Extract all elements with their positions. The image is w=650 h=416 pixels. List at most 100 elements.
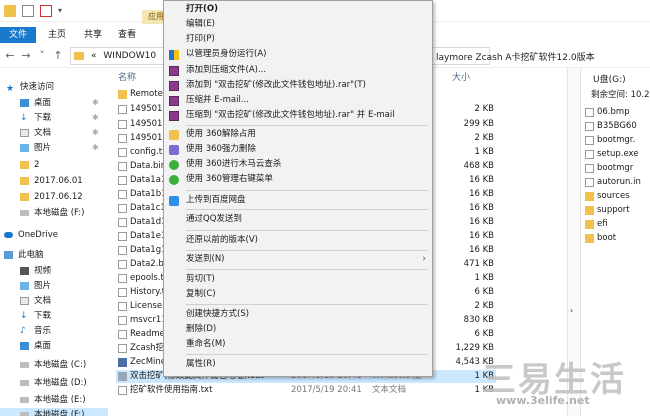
menu-item[interactable]: 使用 360强力删除 [164,142,432,157]
usb-file-name: setup.exe [597,149,639,159]
menu-item[interactable]: 删除(D) [164,322,432,337]
menu-item[interactable]: 打印(P) [164,32,432,47]
file-name: Data1g1 [130,245,167,255]
picture-icon [20,144,29,152]
breadcrumb-overflow[interactable]: « [91,51,97,61]
nav-item-pc-documents[interactable]: 文档 [0,294,108,308]
column-header-size[interactable]: 大小 [452,70,470,83]
menu-item[interactable]: 以管理员身份运行(A) [164,47,432,62]
usb-file-item[interactable]: bootmgr. [585,134,635,147]
nav-item-documents[interactable]: 文档 ✱ [0,126,108,140]
menu-item[interactable]: 使用 360进行木马云查杀 [164,157,432,172]
usb-file-item[interactable]: bootmgr [585,162,633,175]
usb-file-name: support [597,205,630,215]
pin-icon[interactable]: ✱ [92,111,99,125]
pin-icon[interactable]: ✱ [92,141,99,155]
file-row[interactable]: 挖矿软件使用指南.txt 2017/5/19 20:41 文本文档 1 KB [116,384,496,397]
nav-item-desktop[interactable]: 桌面 ✱ [0,96,108,110]
properties-icon[interactable] [22,5,34,17]
menu-item[interactable]: 剪切(T) [164,272,432,287]
context-menu: 打开(O) 编辑(E) 打印(P) 以管理员身份运行(A) 添加到压缩文件(A)... 添… [163,0,433,377]
nav-item-drive-d[interactable]: 本地磁盘 (D:) [0,376,108,390]
submenu-arrow-icon: › [422,254,426,264]
menu-item[interactable]: 添加到压缩文件(A)... [164,63,432,78]
menu-item-label: 属性(R) [186,359,216,369]
chevron-down-icon[interactable]: ▾ [58,7,66,15]
chevron-right-icon[interactable]: › [570,306,573,315]
usb-file-item[interactable]: B35BG60 [585,120,637,133]
back-arrow-icon[interactable]: ← [4,50,16,62]
nav-this-pc[interactable]: 此电脑 [0,248,108,262]
breadcrumb-item-current[interactable]: laymore Zcash A卡挖矿软件12.0版本 [436,50,595,63]
usb-file-item[interactable]: boot [585,232,616,245]
menu-item[interactable]: 上传到百度网盘 [164,193,432,208]
recent-chevron-icon[interactable]: ˅ [36,50,48,62]
pin-icon[interactable]: ✱ [92,96,99,110]
nav-item-folder-20170612[interactable]: 2017.06.12 [0,190,108,204]
nav-item-downloads[interactable]: ↓ 下载 ✱ [0,111,108,125]
drive-icon [20,210,29,216]
menu-item[interactable]: 重命名(M) [164,337,432,352]
menu-item[interactable]: 编辑(E) [164,17,432,32]
menu-item[interactable]: 压缩并 E-mail... [164,93,432,108]
usb-file-name: sources [597,191,630,201]
nav-item-music[interactable]: ♪ 音乐 [0,324,108,338]
video-icon [20,267,29,275]
menu-item-label: 打开(O) [186,4,218,14]
menu-item[interactable]: 还原以前的版本(V) [164,233,432,248]
usb-file-item[interactable]: autorun.in [585,176,641,189]
nav-quick-access[interactable]: ★ 快速访问 [0,80,108,94]
tab-share[interactable]: 共享 [78,27,108,43]
usb-file-item[interactable]: support [585,204,630,217]
usb-file-name: autorun.in [597,177,641,187]
nav-item-pc-downloads[interactable]: ↓ 下载 [0,309,108,323]
nav-item-pictures[interactable]: 图片 ✱ [0,141,108,155]
menu-item-label: 添加到 "双击挖矿(修改此文件钱包地址).rar"(T) [186,80,366,90]
column-header-name[interactable]: 名称 [118,70,136,83]
file-type: 文本文档 [372,385,407,395]
tab-file[interactable]: 文件 [0,27,36,43]
usb-file-item[interactable]: efi [585,218,608,231]
usb-file-item[interactable]: sources [585,190,630,203]
breadcrumb-item[interactable]: WINDOW10 [103,51,156,61]
usb-file-item[interactable]: setup.exe [585,148,639,161]
menu-item[interactable]: 复制(C) [164,287,432,302]
forward-arrow-icon[interactable]: → [20,50,32,62]
menu-item[interactable]: 通过QQ发送到 [164,212,432,227]
menu-item[interactable]: 添加到 "双击挖矿(修改此文件钱包地址).rar"(T) [164,78,432,93]
nav-item-videos[interactable]: 视频 [0,264,108,278]
menu-item[interactable]: 使用 360解除占用 [164,127,432,142]
nav-item-drive-f-quick[interactable]: 本地磁盘 (F:) [0,206,108,220]
nav-item-drive-f[interactable]: 本地磁盘 (F:) [0,408,108,416]
nav-item-folder-2[interactable]: 2 [0,158,108,172]
text-file-icon [118,386,127,395]
menu-item-label: 编辑(E) [186,19,216,29]
menu-item[interactable]: 使用 360管理右键菜单 [164,172,432,187]
drive-icon [20,412,29,416]
nav-label: 快速访问 [20,82,55,92]
tab-view[interactable]: 查看 [112,27,142,43]
drive-icon [20,397,29,403]
nav-label: OneDrive [18,230,58,240]
menu-item[interactable]: 创建快捷方式(S) [164,307,432,322]
menu-item[interactable]: 压缩到 "双击挖矿(修改此文件钱包地址).rar" 并 E-mail [164,108,432,123]
menu-item[interactable]: 打开(O) [164,2,432,17]
usb-file-item[interactable]: 06.bmp [585,106,630,119]
menu-item[interactable]: 发送到(N) › [164,252,432,267]
nav-item-pc-pictures[interactable]: 图片 [0,279,108,293]
pin-icon[interactable]: ✱ [92,126,99,140]
tab-home[interactable]: 主页 [42,27,72,43]
menu-item[interactable]: 属性(R) [164,357,432,372]
checkmark-icon[interactable] [40,5,52,17]
up-arrow-icon[interactable]: ↑ [52,50,64,62]
nav-onedrive[interactable]: OneDrive [0,228,108,242]
file-icon [118,134,127,143]
nav-item-drive-c[interactable]: 本地磁盘 (C:) [0,358,108,372]
nav-item-folder-20170601[interactable]: 2017.06.01 [0,174,108,188]
nav-item-drive-e[interactable]: 本地磁盘 (E:) [0,393,108,407]
menu-item-label: 重命名(M) [186,339,226,349]
file-name: Data.bin [130,161,167,171]
nav-item-pc-desktop[interactable]: 桌面 [0,339,108,353]
nav-label: 视频 [34,266,52,276]
folder-icon [20,193,29,201]
